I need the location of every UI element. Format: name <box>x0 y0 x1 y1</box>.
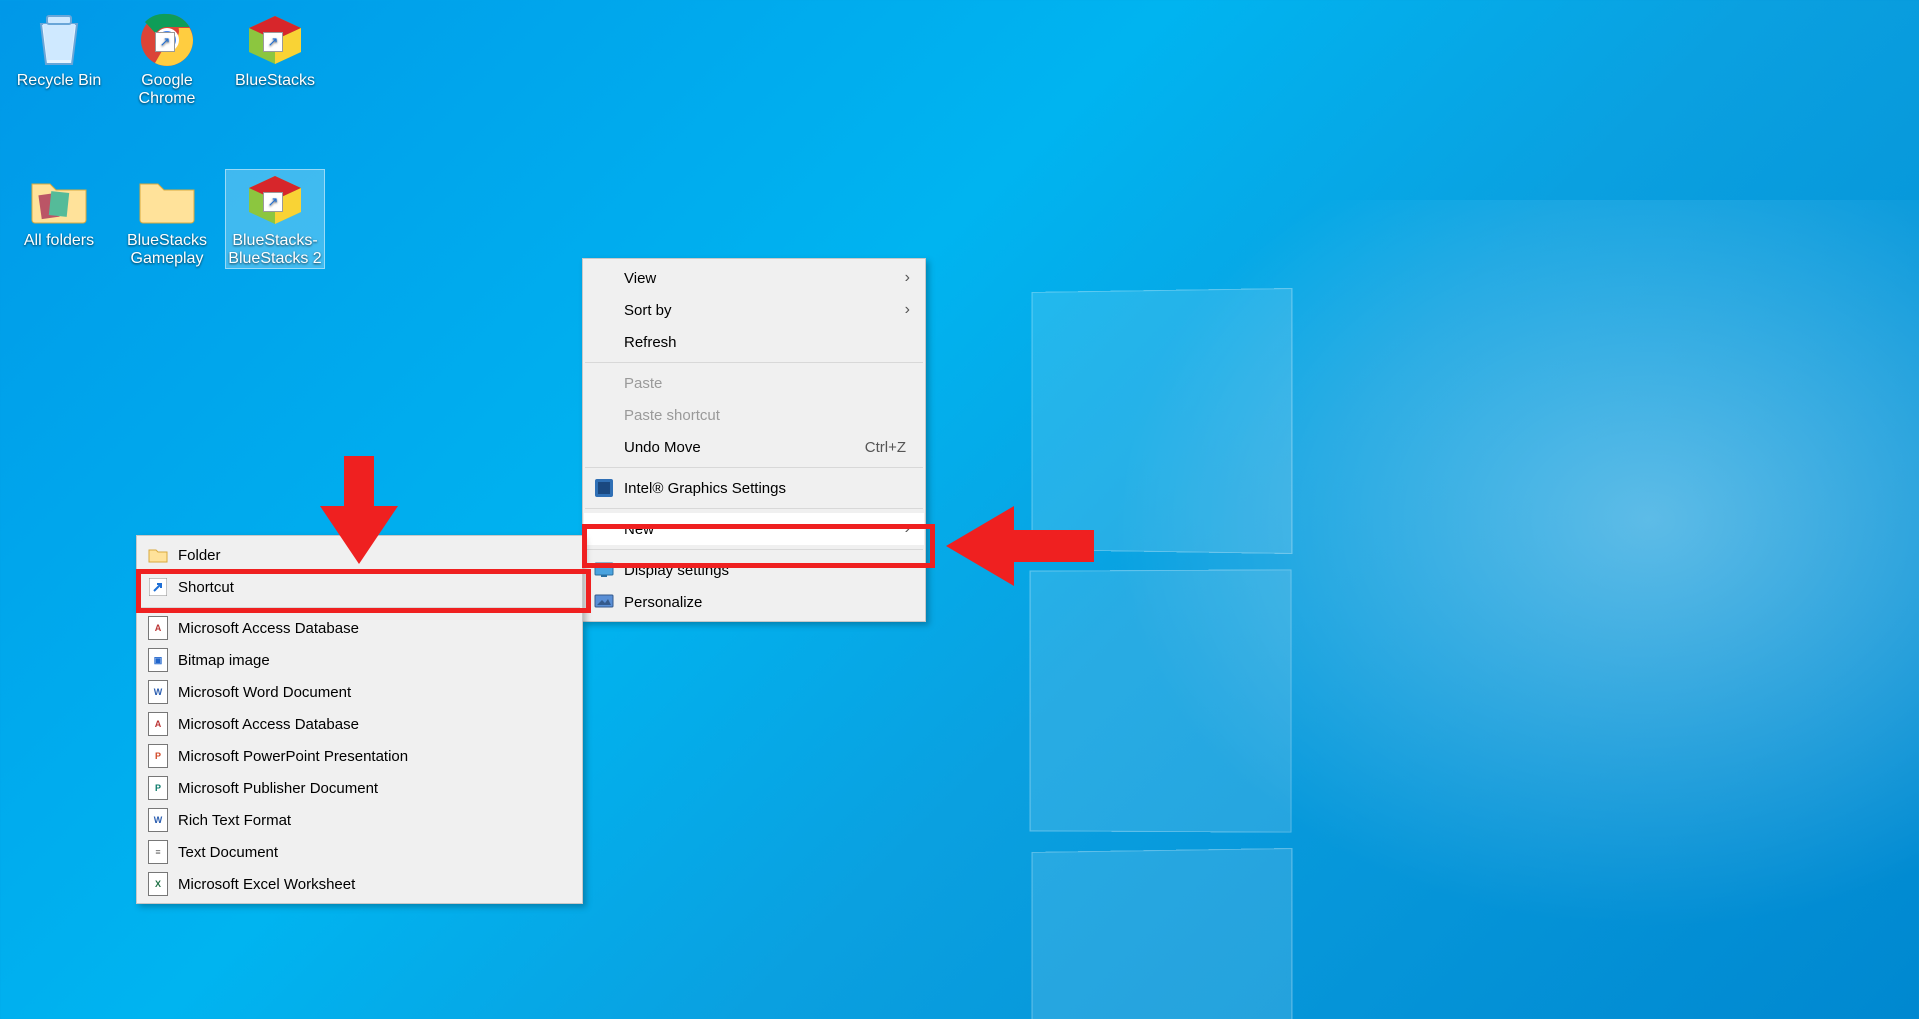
chevron-right-icon: › <box>905 520 910 538</box>
menu-item-label: Personalize <box>624 594 702 611</box>
menu-separator <box>585 467 923 468</box>
bluestacks-icon: ↗ <box>245 170 305 230</box>
desktop-icon-label: Google Chrome <box>118 72 216 108</box>
shortcut-arrow-icon: ↗ <box>263 192 283 212</box>
desktop-icon-label: All folders <box>10 232 108 250</box>
submenu-item-word[interactable]: W Microsoft Word Document <box>138 676 581 708</box>
powerpoint-icon: P <box>148 746 168 766</box>
submenu-item-excel[interactable]: X Microsoft Excel Worksheet <box>138 868 581 900</box>
desktop-icon-chrome[interactable]: ↗ Google Chrome <box>118 10 216 108</box>
submenu-item-label: Microsoft PowerPoint Presentation <box>178 748 408 765</box>
bluestacks-icon: ↗ <box>245 10 305 70</box>
menu-item-label: View <box>624 270 656 287</box>
menu-separator <box>585 362 923 363</box>
shortcut-arrow-icon: ↗ <box>155 32 175 52</box>
menu-item-label: Sort by <box>624 302 672 319</box>
menu-item-label: Refresh <box>624 334 677 351</box>
bitmap-icon: ▣ <box>148 650 168 670</box>
chrome-icon: ↗ <box>137 10 197 70</box>
menu-item-label: Intel® Graphics Settings <box>624 480 786 497</box>
windows-logo <box>1029 290 1569 830</box>
menu-separator <box>585 508 923 509</box>
folder-icon <box>137 170 197 230</box>
desktop-icon-all-folders[interactable]: All folders <box>10 170 108 250</box>
submenu-item-access-2[interactable]: A Microsoft Access Database <box>138 708 581 740</box>
annotation-arrow-left <box>944 506 1094 586</box>
submenu-item-label: Shortcut <box>178 579 234 596</box>
submenu-item-text[interactable]: ≡ Text Document <box>138 836 581 868</box>
submenu-item-label: Microsoft Access Database <box>178 620 359 637</box>
submenu-item-label: Microsoft Access Database <box>178 716 359 733</box>
submenu-item-bitmap[interactable]: ▣ Bitmap image <box>138 644 581 676</box>
submenu-item-shortcut[interactable]: Shortcut <box>138 571 581 603</box>
menu-item-label: Display settings <box>624 562 729 579</box>
desktop-icon-bluestacks-gameplay[interactable]: BlueStacks Gameplay <box>118 170 216 268</box>
desktop-icon-label: Recycle Bin <box>10 72 108 90</box>
access-icon: A <box>148 714 168 734</box>
menu-item-label: New <box>624 521 654 538</box>
rtf-icon: W <box>148 810 168 830</box>
submenu-item-label: Rich Text Format <box>178 812 291 829</box>
menu-item-refresh[interactable]: Refresh <box>584 326 924 358</box>
access-icon: A <box>148 618 168 638</box>
annotation-arrow-down <box>320 456 398 566</box>
folder-icon <box>29 170 89 230</box>
menu-separator <box>139 607 580 608</box>
menu-item-intel-graphics[interactable]: Intel® Graphics Settings <box>584 472 924 504</box>
menu-item-label: Undo Move <box>624 439 701 456</box>
shortcut-arrow-icon: ↗ <box>263 32 283 52</box>
menu-item-label: Paste <box>624 375 662 392</box>
folder-icon <box>148 545 168 565</box>
menu-item-paste-shortcut: Paste shortcut <box>584 399 924 431</box>
word-icon: W <box>148 682 168 702</box>
desktop-icon-label: BlueStacks-BlueStacks 2 <box>226 232 324 268</box>
excel-icon: X <box>148 874 168 894</box>
recycle-bin-icon <box>29 10 89 70</box>
desktop-icon-label: BlueStacks <box>226 72 324 90</box>
desktop-icon-bluestacks-2[interactable]: ↗ BlueStacks-BlueStacks 2 <box>226 170 324 268</box>
submenu-item-publisher[interactable]: P Microsoft Publisher Document <box>138 772 581 804</box>
menu-item-personalize[interactable]: Personalize <box>584 586 924 618</box>
menu-item-new[interactable]: New › <box>584 513 924 545</box>
submenu-item-label: Folder <box>178 547 221 564</box>
display-icon <box>594 560 614 580</box>
menu-item-view[interactable]: View › <box>584 262 924 294</box>
shortcut-icon <box>148 577 168 597</box>
desktop-icon-recycle-bin[interactable]: Recycle Bin <box>10 10 108 90</box>
personalize-icon <box>594 592 614 612</box>
submenu-item-rtf[interactable]: W Rich Text Format <box>138 804 581 836</box>
menu-separator <box>585 549 923 550</box>
submenu-item-label: Microsoft Word Document <box>178 684 351 701</box>
desktop-icon-label: BlueStacks Gameplay <box>118 232 216 268</box>
menu-item-paste: Paste <box>584 367 924 399</box>
menu-item-label: Paste shortcut <box>624 407 720 424</box>
submenu-item-access[interactable]: A Microsoft Access Database <box>138 612 581 644</box>
intel-icon <box>594 478 614 498</box>
background-light <box>1019 200 1919 1000</box>
menu-item-display-settings[interactable]: Display settings <box>584 554 924 586</box>
desktop-context-menu: View › Sort by › Refresh Paste Paste sho… <box>582 258 926 622</box>
text-icon: ≡ <box>148 842 168 862</box>
new-submenu: Folder Shortcut A Microsoft Access Datab… <box>136 535 583 904</box>
desktop-icon-bluestacks[interactable]: ↗ BlueStacks <box>226 10 324 90</box>
submenu-item-label: Bitmap image <box>178 652 270 669</box>
submenu-item-powerpoint[interactable]: P Microsoft PowerPoint Presentation <box>138 740 581 772</box>
menu-item-sort-by[interactable]: Sort by › <box>584 294 924 326</box>
submenu-item-label: Text Document <box>178 844 278 861</box>
chevron-right-icon: › <box>905 269 910 287</box>
chevron-right-icon: › <box>905 301 910 319</box>
submenu-item-label: Microsoft Excel Worksheet <box>178 876 355 893</box>
menu-hotkey: Ctrl+Z <box>865 439 906 456</box>
publisher-icon: P <box>148 778 168 798</box>
submenu-item-label: Microsoft Publisher Document <box>178 780 378 797</box>
menu-item-undo-move[interactable]: Undo Move Ctrl+Z <box>584 431 924 463</box>
